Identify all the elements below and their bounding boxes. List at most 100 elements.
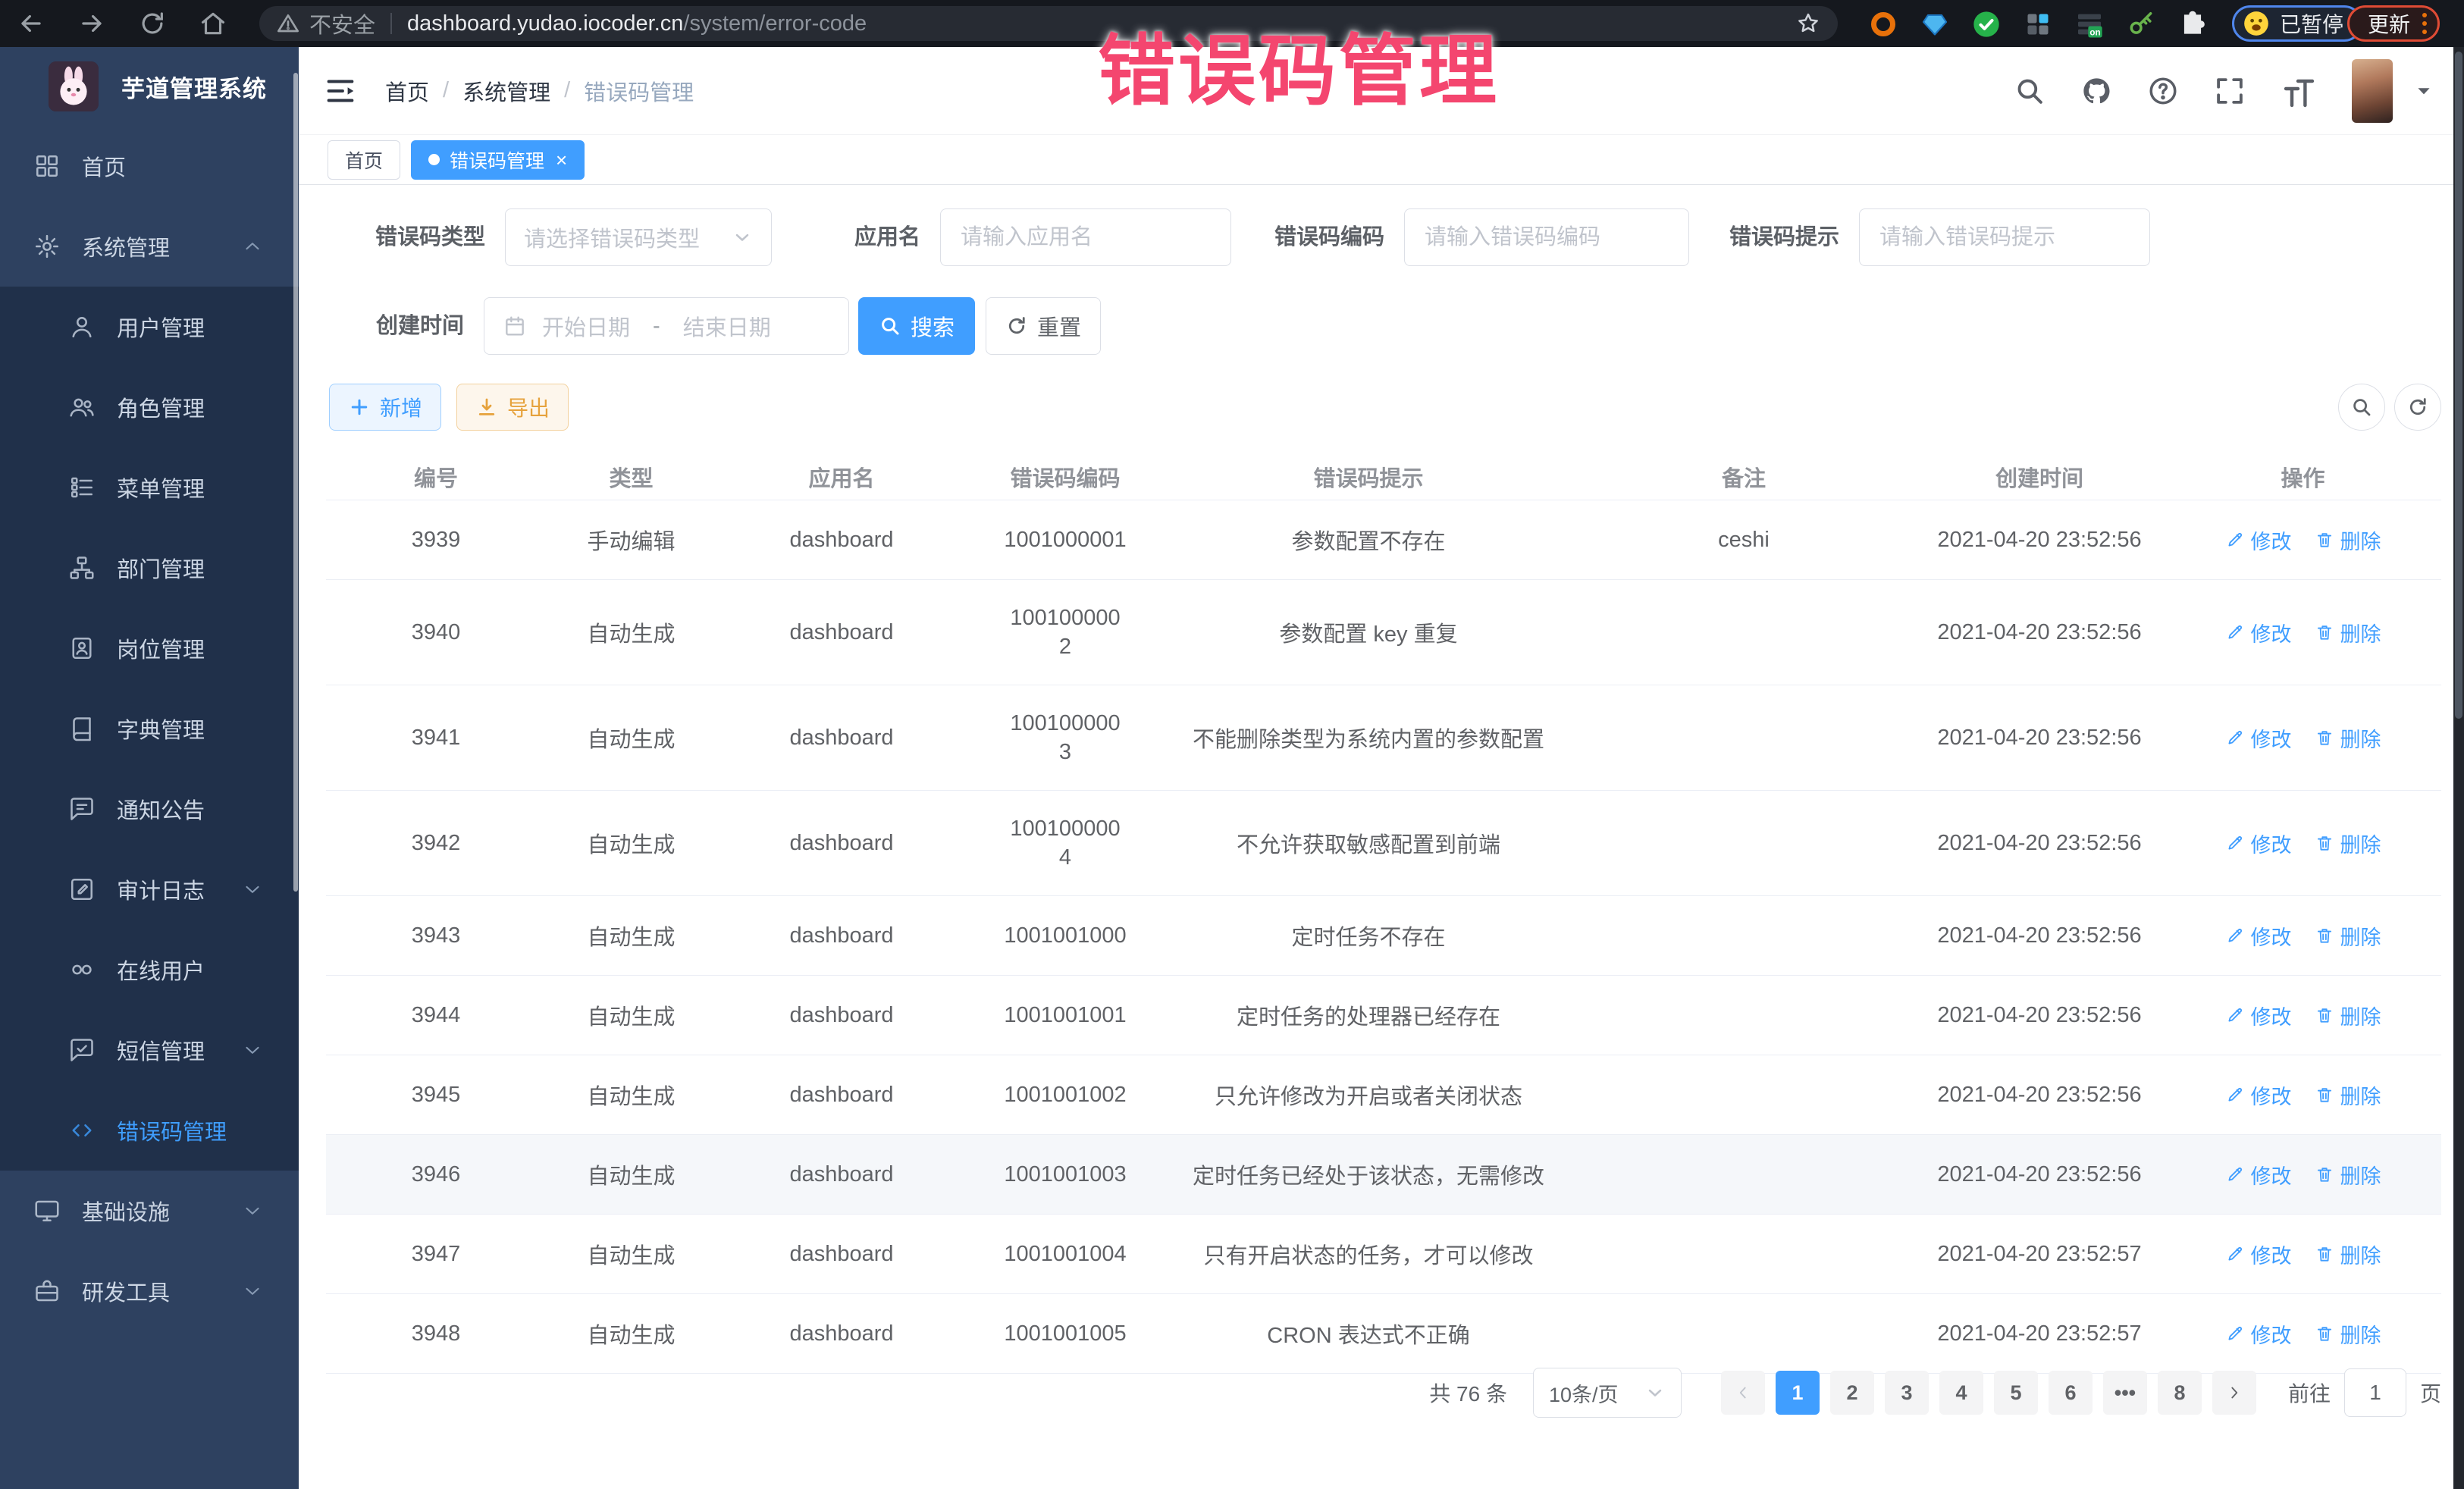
delete-link[interactable]: 删除 [2315, 723, 2381, 753]
page-button-4[interactable]: 4 [1939, 1371, 1983, 1415]
page-scrollbar[interactable] [2453, 47, 2464, 1489]
browser-update-button[interactable]: 更新 [2347, 5, 2440, 42]
delete-link[interactable]: 删除 [2315, 618, 2381, 647]
delete-link[interactable]: 删除 [2315, 829, 2381, 858]
table-refresh-button[interactable] [2394, 384, 2441, 431]
sidebar-item-菜单管理[interactable]: 菜单管理 [0, 447, 299, 528]
sidebar-item-系统管理[interactable]: 系统管理 [0, 206, 299, 287]
page-button-2[interactable]: 2 [1830, 1371, 1874, 1415]
app-logo[interactable]: 芋道管理系统 [0, 47, 299, 126]
page-size-select[interactable]: 10条/页 [1533, 1368, 1682, 1418]
breadcrumb-item[interactable]: 首页 [385, 75, 429, 107]
table-row[interactable]: 3942自动生成dashboard100100000 4不允许获取敏感配置到前端… [326, 791, 2441, 896]
export-button[interactable]: 导出 [456, 384, 569, 431]
address-bar[interactable]: 不安全 dashboard.yudao.iocoder.cn/system/er… [259, 6, 1838, 41]
sidebar-item-在线用户[interactable]: 在线用户 [0, 929, 299, 1010]
hamburger-icon[interactable] [323, 74, 358, 108]
prev-page-button[interactable] [1721, 1371, 1765, 1415]
extension-check-icon[interactable] [1970, 8, 2003, 40]
table-row[interactable]: 3944自动生成dashboard1001001001定时任务的处理器已经存在2… [326, 976, 2441, 1055]
user-avatar[interactable] [2352, 59, 2393, 123]
edit-link[interactable]: 修改 [2225, 1001, 2292, 1030]
edit-link[interactable]: 修改 [2225, 1240, 2292, 1269]
extension-grid-icon[interactable] [2021, 8, 2055, 40]
table-row[interactable]: 3939手动编辑dashboard1001000001参数配置不存在ceshi2… [326, 500, 2441, 580]
app-name-input[interactable] [940, 208, 1231, 266]
page-scrollbar-thumb[interactable] [2455, 52, 2462, 719]
edit-link[interactable]: 修改 [2225, 1080, 2292, 1110]
kebab-menu-icon[interactable] [2422, 13, 2427, 34]
page-button-5[interactable]: 5 [1994, 1371, 2038, 1415]
edit-link[interactable]: 修改 [2225, 723, 2292, 753]
close-icon[interactable]: × [556, 150, 567, 170]
fullscreen-icon[interactable] [2214, 75, 2246, 107]
table-search-toggle-button[interactable] [2338, 384, 2385, 431]
bookmark-star-icon[interactable] [1795, 11, 1821, 36]
help-icon[interactable] [2147, 75, 2179, 107]
extension-key-icon[interactable] [2124, 8, 2158, 40]
github-icon[interactable] [2080, 75, 2112, 107]
breadcrumb-item[interactable]: 错误码管理 [584, 75, 694, 107]
delete-link[interactable]: 删除 [2315, 921, 2381, 951]
back-icon[interactable] [17, 9, 45, 38]
forward-icon[interactable] [77, 9, 106, 38]
extension-gem-icon[interactable] [1918, 8, 1951, 40]
sidebar-item-首页[interactable]: 首页 [0, 126, 299, 206]
sidebar-item-角色管理[interactable]: 角色管理 [0, 367, 299, 447]
delete-link[interactable]: 删除 [2315, 525, 2381, 555]
sidebar-item-字典管理[interactable]: 字典管理 [0, 688, 299, 769]
page-button-8[interactable]: 8 [2158, 1371, 2202, 1415]
sidebar-item-部门管理[interactable]: 部门管理 [0, 528, 299, 608]
delete-link[interactable]: 删除 [2315, 1240, 2381, 1269]
edit-link[interactable]: 修改 [2225, 1319, 2292, 1349]
next-page-button[interactable] [2212, 1371, 2256, 1415]
page-button-6[interactable]: 6 [2049, 1371, 2093, 1415]
sidebar-item-岗位管理[interactable]: 岗位管理 [0, 608, 299, 688]
table-row[interactable]: 3943自动生成dashboard1001001000定时任务不存在2021-0… [326, 896, 2441, 976]
search-button[interactable]: 搜索 [858, 297, 975, 355]
table-row[interactable]: 3940自动生成dashboard100100000 2参数配置 key 重复2… [326, 580, 2441, 685]
sidebar-item-通知公告[interactable]: 通知公告 [0, 769, 299, 849]
date-range-picker[interactable]: 开始日期 - 结束日期 [484, 297, 849, 355]
table-row[interactable]: 3946自动生成dashboard1001001003定时任务已经处于该状态，无… [326, 1135, 2441, 1215]
edit-link[interactable]: 修改 [2225, 618, 2292, 647]
sidebar-item-错误码管理[interactable]: 错误码管理 [0, 1090, 299, 1171]
edit-link[interactable]: 修改 [2225, 1160, 2292, 1190]
tag-首页[interactable]: 首页 [328, 140, 400, 180]
edit-link[interactable]: 修改 [2225, 921, 2292, 951]
edit-link[interactable]: 修改 [2225, 525, 2292, 555]
page-button-1[interactable]: 1 [1776, 1371, 1820, 1415]
delete-link[interactable]: 删除 [2315, 1319, 2381, 1349]
breadcrumb-item[interactable]: 系统管理 [462, 75, 550, 107]
add-button[interactable]: 新增 [329, 384, 441, 431]
sidebar-scrollbar[interactable] [293, 73, 298, 892]
sidebar-item-短信管理[interactable]: 短信管理 [0, 1010, 299, 1090]
table-row[interactable]: 3947自动生成dashboard1001001004只有开启状态的任务，才可以… [326, 1215, 2441, 1294]
error-code-input[interactable] [1404, 208, 1689, 266]
sidebar-item-用户管理[interactable]: 用户管理 [0, 287, 299, 367]
sidebar-item-基础设施[interactable]: 基础设施 [0, 1171, 299, 1251]
reload-icon[interactable] [138, 9, 167, 38]
page-button-•••[interactable]: ••• [2103, 1371, 2147, 1415]
font-size-icon[interactable] [2281, 75, 2317, 107]
goto-page-input[interactable] [2344, 1368, 2406, 1417]
caret-down-icon[interactable] [2414, 81, 2434, 101]
tag-错误码管理[interactable]: 错误码管理× [411, 140, 585, 180]
error-type-select[interactable]: 请选择错误码类型 [505, 208, 772, 266]
table-row[interactable]: 3941自动生成dashboard100100000 3不能删除类型为系统内置的… [326, 685, 2441, 791]
delete-link[interactable]: 删除 [2315, 1080, 2381, 1110]
extension-list-on-icon[interactable]: on [2073, 8, 2106, 40]
sidebar-item-审计日志[interactable]: 审计日志 [0, 849, 299, 929]
page-button-3[interactable]: 3 [1885, 1371, 1929, 1415]
sidebar-item-研发工具[interactable]: 研发工具 [0, 1251, 299, 1331]
extension-puzzle-icon[interactable] [2176, 8, 2209, 40]
home-icon[interactable] [199, 9, 227, 38]
edit-link[interactable]: 修改 [2225, 829, 2292, 858]
table-row[interactable]: 3948自动生成dashboard1001001005CRON 表达式不正确20… [326, 1294, 2441, 1374]
search-icon[interactable] [2014, 75, 2045, 107]
delete-link[interactable]: 删除 [2315, 1160, 2381, 1190]
reset-button[interactable]: 重置 [986, 297, 1101, 355]
error-hint-input[interactable] [1859, 208, 2150, 266]
extension-target-icon[interactable] [1867, 8, 1900, 40]
delete-link[interactable]: 删除 [2315, 1001, 2381, 1030]
